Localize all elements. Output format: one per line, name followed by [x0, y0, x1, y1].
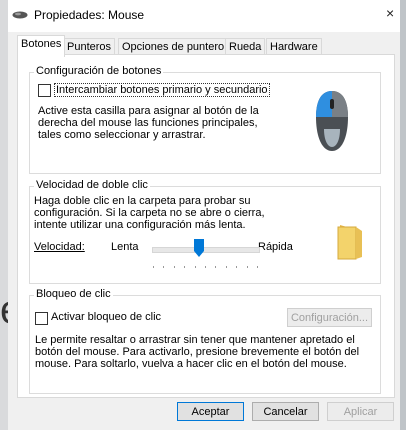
- click-lock-group: Bloqueo de clic Activar bloqueo de clic …: [29, 288, 381, 394]
- swap-buttons-label[interactable]: Intercambiar botones primario y secundar…: [54, 83, 270, 97]
- click-lock-checkbox[interactable]: [35, 312, 48, 325]
- tab-label: Opciones de puntero: [122, 41, 225, 53]
- double-click-description: Haga doble clic en la carpeta para proba…: [34, 195, 265, 231]
- speed-label: Velocidad:: [34, 241, 85, 253]
- speed-slider-track[interactable]: [152, 247, 260, 253]
- swap-buttons-checkbox[interactable]: [38, 84, 51, 97]
- apply-button[interactable]: Aplicar: [327, 402, 394, 421]
- speed-slider-thumb[interactable]: [193, 239, 204, 257]
- window-title: Propiedades: Mouse: [34, 8, 145, 22]
- slider-tick: [215, 266, 217, 268]
- group-title: Bloqueo de clic: [34, 288, 113, 300]
- group-title: Velocidad de doble clic: [34, 179, 150, 191]
- tab-label: Botones: [21, 38, 62, 50]
- cancel-button[interactable]: Cancelar: [252, 402, 319, 421]
- click-lock-settings-button[interactable]: Configuración...: [287, 308, 372, 327]
- slider-tick: [246, 266, 248, 268]
- mouse-properties-dialog: Propiedades: Mouse × Botones Punteros Op…: [8, 0, 400, 430]
- button-config-group: Configuración de botones Intercambiar bo…: [29, 65, 381, 174]
- dialog-body: Botones Punteros Opciones de puntero Rue…: [8, 32, 400, 430]
- group-title: Configuración de botones: [34, 65, 164, 77]
- slider-tick: [225, 266, 227, 268]
- tab-label: Rueda: [229, 41, 262, 53]
- mouse-icon: [314, 89, 350, 156]
- tab-label: Punteros: [67, 41, 112, 53]
- title-bar[interactable]: Propiedades: Mouse ×: [8, 0, 400, 32]
- click-lock-description: Le permite resaltar o arrastrar sin tene…: [35, 334, 360, 370]
- slow-label: Lenta: [111, 241, 139, 253]
- tab-page-botones: Configuración de botones Intercambiar bo…: [17, 54, 395, 398]
- fast-label: Rápida: [258, 241, 293, 253]
- ok-button[interactable]: Aceptar: [177, 402, 244, 421]
- close-button[interactable]: ×: [386, 5, 400, 21]
- slider-tick: [173, 266, 175, 268]
- slider-tick: [194, 266, 196, 268]
- click-lock-label[interactable]: Activar bloqueo de clic: [51, 311, 161, 323]
- slider-tick: [236, 266, 238, 268]
- slider-tick: [257, 266, 258, 268]
- slider-tick: [205, 266, 206, 268]
- tab-label: Hardware: [270, 41, 318, 53]
- folder-icon[interactable]: [336, 223, 364, 264]
- tab-botones[interactable]: Botones: [17, 35, 66, 57]
- double-click-speed-group: Velocidad de doble clic Haga doble clic …: [29, 179, 381, 284]
- mouse-icon: [12, 10, 28, 23]
- slider-tick: [153, 266, 154, 268]
- slider-tick: [163, 266, 165, 268]
- slider-tick: [184, 266, 186, 268]
- button-config-description: Active esta casilla para asignar al botó…: [38, 105, 259, 141]
